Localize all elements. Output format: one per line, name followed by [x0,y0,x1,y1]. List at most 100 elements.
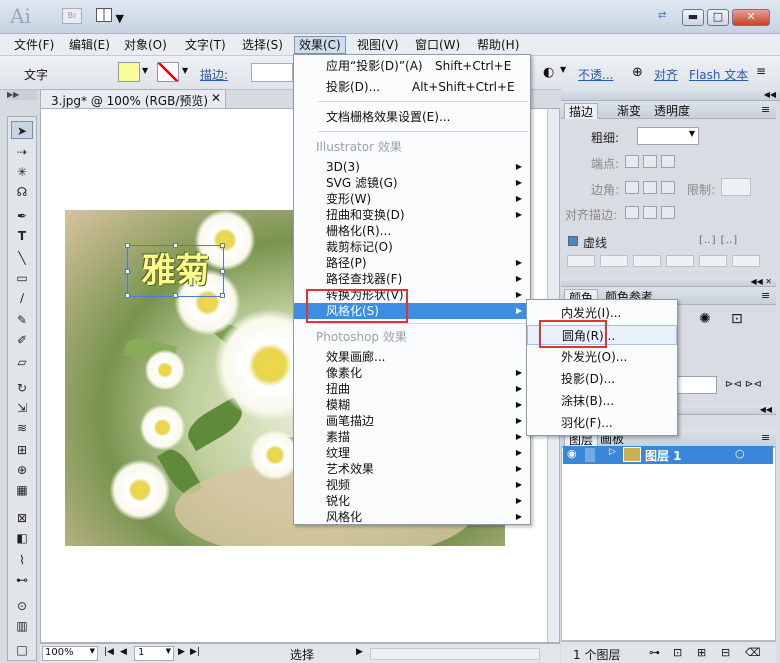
menu-window[interactable]: 窗口(W) [411,36,464,54]
menu-svg-filters[interactable]: SVG 滤镜(G) ▶ [294,175,530,191]
weight-select[interactable]: ▼ [637,127,699,145]
perspective-grid-tool-icon[interactable]: ▦ [11,481,33,499]
visibility-eye-icon[interactable]: ◉ [567,447,577,460]
eyedropper-tool-icon[interactable]: ⌇ [11,551,33,569]
menu-object[interactable]: 对象(O) [120,36,171,54]
recolor-icon[interactable]: ⊕ [632,65,643,80]
menu-video[interactable]: 视频 ▶ [294,477,530,493]
document-tab[interactable]: 3.jpg* @ 100% (RGB/预览) ✕ [40,89,226,108]
menu-edit[interactable]: 编辑(E) [65,36,114,54]
limit-field[interactable] [721,178,751,196]
align-inside-icon[interactable] [643,206,657,219]
menu-help[interactable]: 帮助(H) [473,36,523,54]
new-sublayer-icon[interactable]: ⊞ [697,646,706,659]
menu-select[interactable]: 选择(S) [238,36,287,54]
menu-rasterize[interactable]: 栅格化(R)... [294,223,530,239]
next-page-icon[interactable]: ▶ [178,647,185,657]
panel-collapse-icon[interactable]: ◀◀ ✕ [561,277,776,287]
symbol-sprayer-tool-icon[interactable]: ⊙ [11,597,33,615]
new-layer-icon[interactable]: ⊟ [721,646,730,659]
gap-field[interactable] [666,255,694,267]
resize-handle[interactable] [220,293,225,298]
menu-warp[interactable]: 变形(W) ▶ [294,191,530,207]
miter-join-icon[interactable] [625,181,639,194]
dashed-checkbox[interactable] [568,236,578,246]
chevron-down-icon[interactable]: ▼ [142,66,148,75]
square-cap-icon[interactable] [661,155,675,168]
resize-handle[interactable] [173,243,178,248]
maximize-button[interactable]: □ [707,9,729,26]
resize-handle[interactable] [220,243,225,248]
menu-brush-strokes[interactable]: 画笔描边 ▶ [294,413,530,429]
resize-handle[interactable] [220,269,225,274]
pen-tool-icon[interactable]: ✒ [11,207,33,225]
menu-sharpen[interactable]: 锐化 ▶ [294,493,530,509]
resize-handle[interactable] [173,293,178,298]
trash-icon[interactable]: ⌫ [745,646,761,659]
chevron-down-icon[interactable]: ▼ [560,65,566,74]
blob-brush-tool-icon[interactable]: ✐ [11,331,33,349]
toolbar-collapse-icon[interactable]: ▶▶ [7,90,37,100]
panel-menu-icon[interactable]: ≡ [761,289,770,302]
magic-wand-tool-icon[interactable]: ✳ [11,163,33,181]
column-graph-tool-icon[interactable]: ▥ [11,617,33,635]
menu-effect[interactable]: 效果(C) [294,36,346,54]
direct-selection-tool-icon[interactable]: ⇢ [11,143,33,161]
artboard-tool-icon[interactable]: □ [11,641,33,659]
layer-row-selected[interactable]: ◉ ▷ 图层 1 ○ [563,446,773,464]
blend-tool-icon[interactable]: ⊷ [11,571,33,589]
line-tool-icon[interactable]: ╲ [11,249,33,267]
submenu-outer-glow[interactable]: 外发光(O)... [527,347,677,367]
menu-type[interactable]: 文字(T) [181,36,230,54]
pencil-tool-icon[interactable]: ✎ [11,311,33,329]
style-icon[interactable]: ◐ [543,65,554,80]
stroke-none-swatch[interactable] [157,62,179,82]
arrange-documents-button[interactable]: ▼ [96,8,130,26]
options-menu-icon[interactable]: ≡ [756,64,766,78]
dash-field[interactable] [567,255,595,267]
clipping-mask-icon[interactable]: ⊡ [673,646,682,659]
dash-field[interactable] [699,255,727,267]
menu-texture[interactable]: 纹理 ▶ [294,445,530,461]
close-button[interactable]: ✕ [732,9,770,26]
text-object-selected[interactable]: 雅菊 [125,243,225,298]
resize-handle[interactable] [125,269,130,274]
horizontal-scrollbar[interactable] [370,648,540,660]
fill-color-swatch[interactable] [118,62,140,82]
menu-pathfinder[interactable]: 路径查找器(F) ▶ [294,271,530,287]
bevel-join-icon[interactable] [661,181,675,194]
dash-corners-icon[interactable]: [‥] [‥] [699,235,738,246]
target-circle-icon[interactable]: ○ [735,447,745,460]
free-transform-tool-icon[interactable]: ⊞ [11,441,33,459]
rotate-tool-icon[interactable]: ↻ [11,379,33,397]
gap-field[interactable] [732,255,760,267]
first-page-icon[interactable]: |◀ [104,647,114,657]
menu-3d[interactable]: 3D(3) ▶ [294,159,530,175]
mesh-tool-icon[interactable]: ⊠ [11,509,33,527]
tab-gradient[interactable]: 渐变 [613,103,645,119]
minimize-button[interactable]: ▬ [682,9,704,26]
align-outside-icon[interactable] [661,206,675,219]
close-tab-icon[interactable]: ✕ [211,91,221,105]
submenu-scribble[interactable]: 涂抹(B)... [527,391,677,411]
menu-doc-raster-settings[interactable]: 文档栅格效果设置(E)... [294,109,530,125]
menu-blur[interactable]: 模糊 ▶ [294,397,530,413]
opacity-link[interactable]: 不透... [578,66,613,83]
menu-pixelate[interactable]: 像素化 ▶ [294,365,530,381]
menu-effect-gallery[interactable]: 效果画廊... [294,349,530,365]
stroke-link[interactable]: 描边: [200,66,228,83]
flash-text-link[interactable]: Flash 文本 [689,66,748,83]
round-cap-icon[interactable] [643,155,657,168]
menu-apply-last-effect[interactable]: 应用“投影(D)”(A) Shift+Ctrl+E [294,58,530,74]
paintbrush-tool-icon[interactable]: ∕ [11,289,33,307]
menu-last-effect[interactable]: 投影(D)... Alt+Shift+Ctrl+E [294,79,530,95]
status-menu-icon[interactable]: ▶ [356,647,363,657]
menu-path[interactable]: 路径(P) ▶ [294,255,530,271]
align-center-icon[interactable] [625,206,639,219]
menu-distort-transform[interactable]: 扭曲和变换(D) ▶ [294,207,530,223]
lasso-tool-icon[interactable]: ☊ [11,183,33,201]
rectangle-tool-icon[interactable]: ▭ [11,269,33,287]
page-field[interactable]: 1 ▼ [134,646,174,661]
resize-handle[interactable] [125,243,130,248]
menu-artistic[interactable]: 艺术效果 ▶ [294,461,530,477]
